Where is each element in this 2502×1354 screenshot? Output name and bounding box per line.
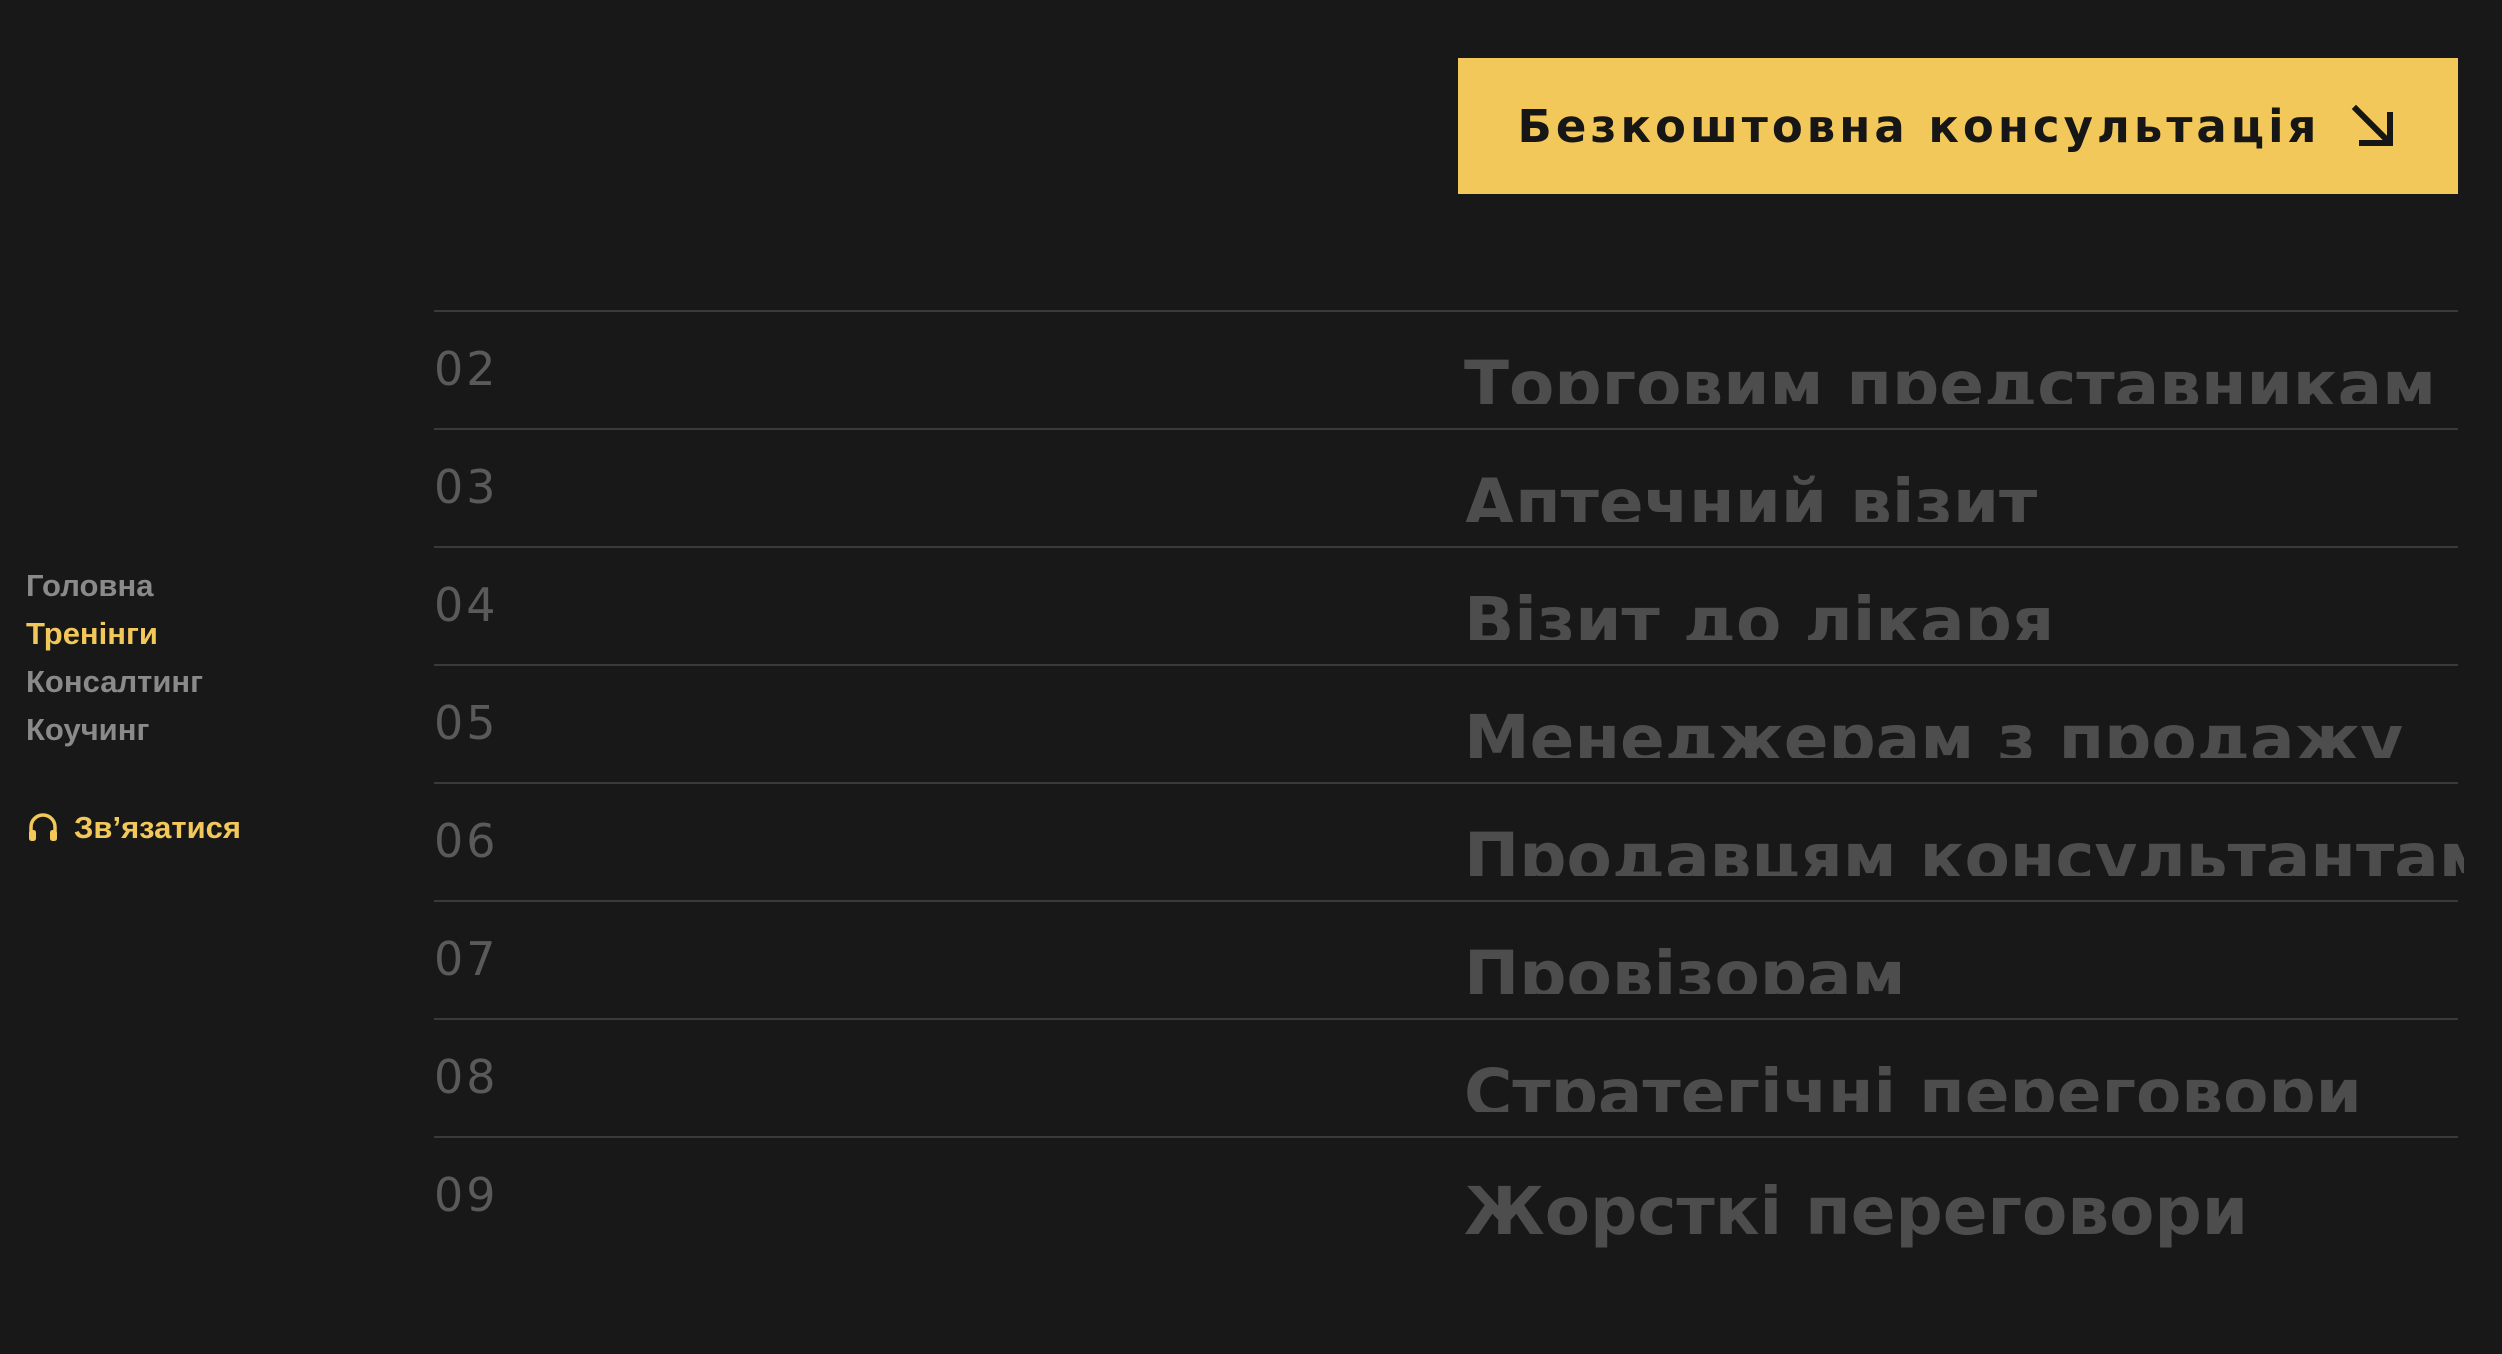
training-title-clip: Жорсткі переговори (1464, 1138, 2464, 1262)
trainings-list: 02 Торговим представникам 03 Аптечний ві… (434, 310, 2464, 1266)
training-title-clip: Візит до лікаря (1464, 548, 2464, 640)
sidebar-item-consulting[interactable]: Консалтинг (26, 658, 203, 706)
training-title-clip: Продавцям консультантам (1464, 784, 2464, 876)
training-number: 06 (434, 814, 499, 868)
training-title-clip: Менеджерам з продажу (1464, 666, 2464, 758)
training-row-08[interactable]: 08 Стратегічні переговори (434, 1018, 2458, 1136)
training-title: Менеджерам з продажу (1464, 701, 2404, 758)
training-title-clip: Торговим представникам (1464, 312, 2464, 404)
training-number: 09 (434, 1168, 499, 1222)
training-number: 08 (434, 1050, 499, 1104)
training-title: Провізорам (1464, 937, 1906, 994)
sidebar-item-home[interactable]: Головна (26, 562, 203, 610)
contact-link[interactable]: Зв’язатися (26, 810, 241, 846)
sidebar-item-coaching[interactable]: Коучинг (26, 706, 203, 754)
sidebar-item-trainings[interactable]: Тренінги (26, 610, 203, 658)
training-title-clip: Аптечний візит (1464, 430, 2464, 522)
training-row-09[interactable]: 09 Жорсткі переговори (434, 1136, 2458, 1266)
free-consultation-button[interactable]: Безкоштовна консультація (1458, 58, 2458, 194)
contact-label: Зв’язатися (74, 810, 241, 845)
training-number: 02 (434, 342, 499, 396)
free-consultation-label: Безкоштовна консультація (1517, 99, 2321, 153)
headset-icon (29, 813, 57, 841)
training-row-05[interactable]: 05 Менеджерам з продажу (434, 664, 2458, 782)
arrow-down-right-icon (2352, 104, 2394, 146)
training-row-04[interactable]: 04 Візит до лікаря (434, 546, 2458, 664)
training-title: Торговим представникам (1464, 347, 2437, 404)
training-row-07[interactable]: 07 Провізорам (434, 900, 2458, 1018)
training-title: Аптечний візит (1464, 465, 2038, 522)
training-title: Продавцям консультантам (1464, 819, 2464, 876)
training-title: Стратегічні переговори (1464, 1055, 2362, 1112)
training-row-02[interactable]: 02 Торговим представникам (434, 310, 2458, 428)
training-title-clip: Стратегічні переговори (1464, 1020, 2464, 1112)
training-title: Жорсткі переговори (1464, 1173, 2248, 1250)
training-row-06[interactable]: 06 Продавцям консультантам (434, 782, 2464, 900)
training-title: Візит до лікаря (1464, 583, 2055, 640)
training-number: 03 (434, 460, 499, 514)
sidebar-nav: Головна Тренінги Консалтинг Коучинг (26, 562, 203, 754)
training-number: 05 (434, 696, 499, 750)
page: Безкоштовна консультація Головна Тренінг… (0, 0, 2502, 1354)
training-number: 07 (434, 932, 499, 986)
training-number: 04 (434, 578, 499, 632)
training-title-clip: Провізорам (1464, 902, 2464, 994)
training-row-03[interactable]: 03 Аптечний візит (434, 428, 2458, 546)
